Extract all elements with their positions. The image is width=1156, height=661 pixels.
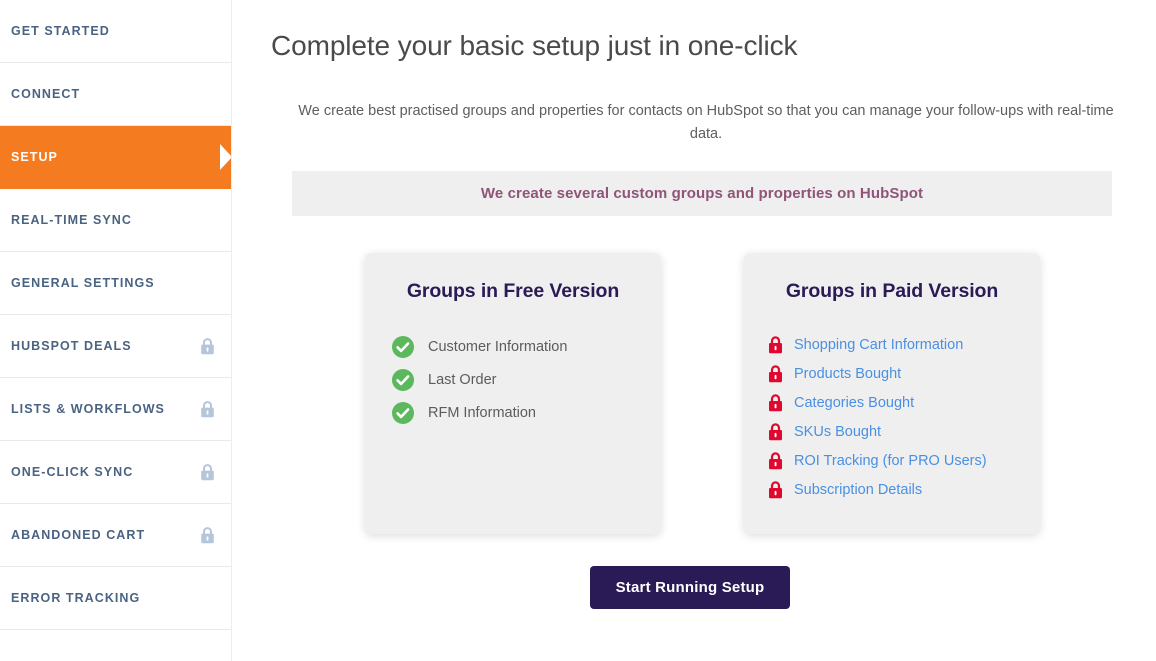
lock-icon: [201, 526, 214, 543]
active-indicator-notch: [220, 144, 231, 170]
list-item-label[interactable]: Shopping Cart Information: [794, 338, 963, 353]
lock-icon: [769, 452, 782, 470]
list-item: Customer Information: [365, 331, 661, 364]
page-title: Complete your basic setup just in one-cl…: [271, 30, 798, 61]
intro-description: We create best practised groups and prop…: [298, 102, 1114, 143]
lock-icon: [769, 481, 782, 499]
list-item: Last Order: [365, 364, 661, 397]
sidebar-item-get-started[interactable]: GET STARTED: [0, 0, 231, 63]
sidebar-item-setup[interactable]: SETUP: [0, 126, 231, 189]
check-circle-icon: [392, 369, 414, 392]
lock-icon: [769, 336, 782, 354]
list-item[interactable]: Categories Bought: [744, 389, 1040, 418]
list-item[interactable]: SKUs Bought: [744, 418, 1040, 447]
sidebar-item-label: SETUP: [11, 149, 58, 164]
lock-icon: [201, 400, 214, 417]
sidebar-item-one-click-sync[interactable]: ONE-CLICK SYNC: [0, 441, 231, 504]
lock-icon: [201, 337, 214, 354]
list-item-label[interactable]: Products Bought: [794, 367, 901, 382]
sidebar-item-label: CONNECT: [11, 86, 81, 101]
check-circle-icon: [392, 402, 414, 425]
list-item[interactable]: ROI Tracking (for PRO Users): [744, 447, 1040, 476]
list-item-label[interactable]: SKUs Bought: [794, 425, 881, 440]
lock-icon: [769, 423, 782, 441]
sidebar-item-connect[interactable]: CONNECT: [0, 63, 231, 126]
sidebar-item-real-time-sync[interactable]: REAL-TIME SYNC: [0, 189, 231, 252]
sidebar-item-general-settings[interactable]: GENERAL SETTINGS: [0, 252, 231, 315]
paid-version-card-title: Groups in Paid Version: [785, 279, 999, 302]
sidebar-item-label: LISTS & WORKFLOWS: [11, 401, 165, 416]
sidebar-item-abandoned-cart[interactable]: ABANDONED CART: [0, 504, 231, 567]
list-item-label[interactable]: Categories Bought: [794, 396, 914, 411]
list-item: RFM Information: [365, 397, 661, 430]
paid-version-card: Groups in Paid Version Shopping Cart Inf…: [744, 252, 1040, 534]
sidebar-item-label: ABANDONED CART: [11, 527, 146, 542]
sidebar-item-error-tracking[interactable]: ERROR TRACKING: [0, 567, 231, 630]
list-item-label: Last Order: [428, 371, 497, 388]
cards-row: Groups in Free Version Customer Informat…: [365, 252, 1156, 534]
list-item[interactable]: Subscription Details: [744, 476, 1040, 505]
list-item[interactable]: Shopping Cart Information: [744, 331, 1040, 360]
main-content: Complete your basic setup just in one-cl…: [232, 0, 1156, 661]
sidebar-item-label: GENERAL SETTINGS: [11, 275, 155, 290]
list-item-label[interactable]: ROI Tracking (for PRO Users): [794, 454, 987, 469]
sidebar-item-label: HUBSPOT DEALS: [11, 338, 132, 353]
free-version-card-title: Groups in Free Version: [406, 279, 620, 302]
paid-version-list: Shopping Cart Information Products Bought…: [744, 331, 1040, 505]
free-version-card: Groups in Free Version Customer Informat…: [365, 252, 661, 534]
lock-icon: [769, 365, 782, 383]
app-root: GET STARTED CONNECT SETUP REAL-TIME SYNC GEN…: [0, 0, 1156, 661]
cta-container: Start Running Setup: [232, 565, 1156, 609]
check-circle-icon: [392, 336, 414, 359]
sidebar-item-label: ONE-CLICK SYNC: [11, 464, 134, 479]
sidebar-item-label: ERROR TRACKING: [11, 590, 141, 605]
list-item[interactable]: Products Bought: [744, 360, 1040, 389]
list-item-label: RFM Information: [428, 404, 536, 421]
list-item-label: Customer Information: [428, 338, 568, 355]
sidebar-item-lists-workflows[interactable]: LISTS & WORKFLOWS: [0, 378, 231, 441]
info-banner: We create several custom groups and prop…: [292, 170, 1112, 216]
lock-icon: [769, 394, 782, 412]
sidebar-item-hubspot-deals[interactable]: HUBSPOT DEALS: [0, 315, 231, 378]
free-version-list: Customer Information Last Order RFM Inform…: [365, 331, 661, 430]
start-running-setup-button[interactable]: Start Running Setup: [589, 565, 791, 609]
lock-icon: [201, 463, 214, 480]
sidebar-item-label: GET STARTED: [11, 23, 110, 38]
sidebar-nav: GET STARTED CONNECT SETUP REAL-TIME SYNC GEN…: [0, 0, 232, 661]
list-item-label[interactable]: Subscription Details: [794, 483, 922, 498]
sidebar-item-label: REAL-TIME SYNC: [11, 212, 132, 227]
